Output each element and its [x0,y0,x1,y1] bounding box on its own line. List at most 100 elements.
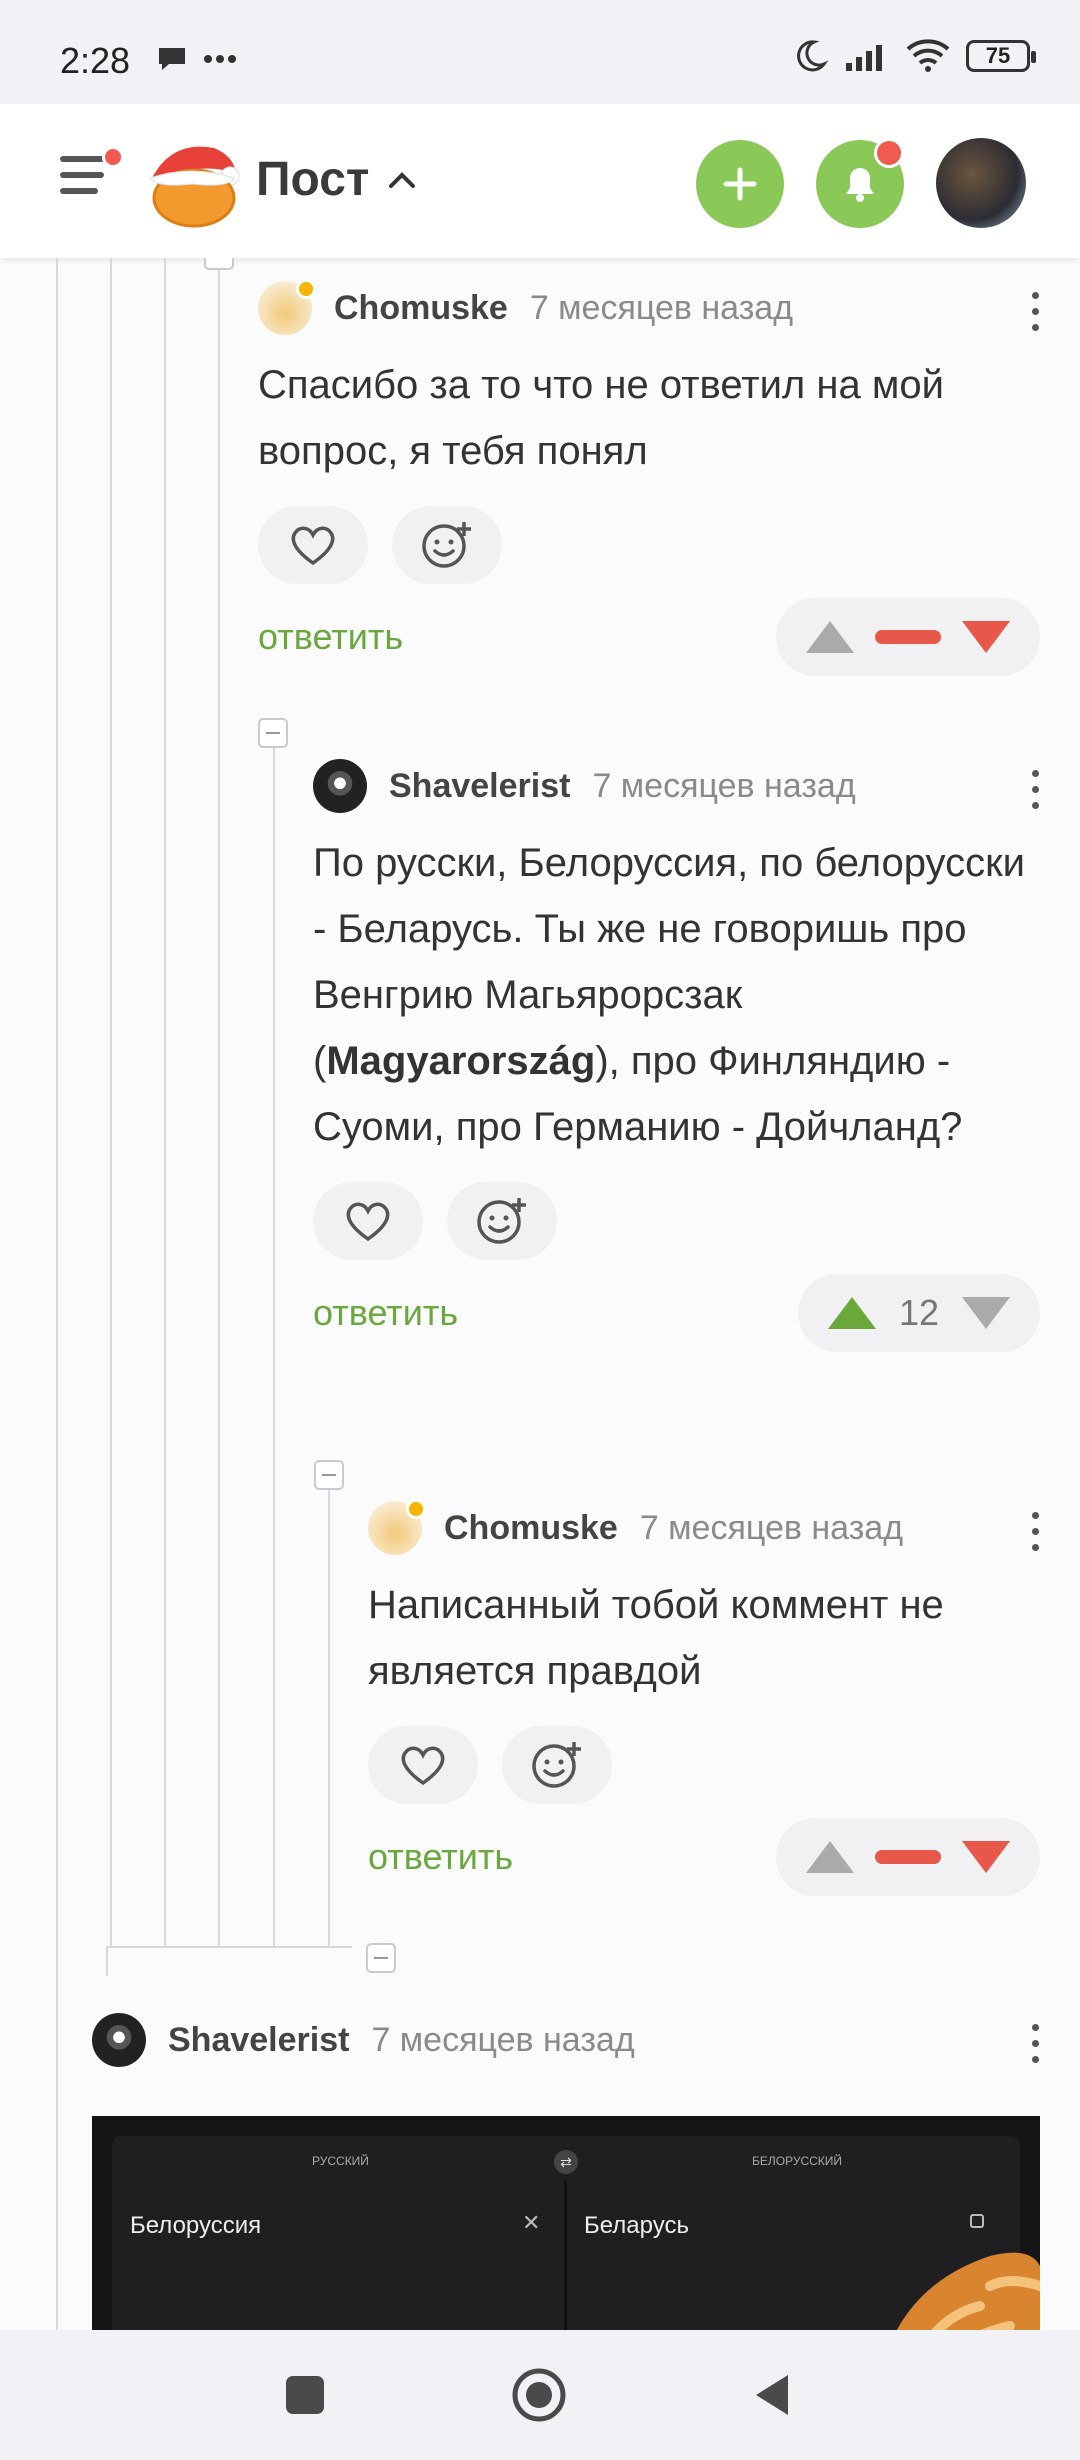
comment-text: Написанный тобой коммент не является пра… [368,1583,944,1693]
comment-time[interactable]: 7 месяцев назад [371,2021,634,2060]
downvote-button[interactable] [962,1841,1010,1873]
system-navigation-bar [0,2330,1080,2460]
more-dots-icon [204,55,236,63]
comment: Chomuske 7 месяцев назад Написанный тобо… [368,1498,1040,1896]
add-reaction-button[interactable] [502,1726,612,1804]
comment-text: По русски, Белоруссия, по белорусски - Б… [313,841,1025,1149]
signal-icon [846,45,882,71]
add-emoji-icon [422,522,471,568]
more-vertical-icon[interactable] [1030,292,1040,336]
comment-footer: ответить 12 [313,1274,1040,1352]
logo[interactable] [142,134,244,234]
reply-link[interactable]: ответить [313,1292,458,1334]
comment-text: Спасибо за то что не ответил на мой вопр… [258,363,944,473]
add-reaction-button[interactable] [392,506,502,584]
avatar[interactable] [313,759,367,813]
collapse-button[interactable] [204,258,234,270]
reply-link[interactable]: ответить [368,1836,513,1878]
moon-icon [797,40,828,72]
comment-footer: ответить [258,598,1040,676]
status-time: 2:28 [60,40,131,81]
upvote-button[interactable] [806,621,854,653]
user-avatar[interactable] [936,138,1026,228]
comment-header: Shavelerist 7 месяцев назад [313,756,1040,816]
comment-image[interactable]: РУССКИЙ ⇄ БЕЛОРУССКИЙ Белоруссия ✕ Белар… [92,2116,1040,2330]
vote-control [776,1818,1040,1896]
wifi-icon [906,39,950,72]
comment-score: 12 [898,1292,940,1333]
comment-header: Chomuske 7 месяцев назад [258,278,1040,338]
battery-icon: 75 [966,40,1036,72]
thread-line [110,258,112,1948]
chevron-up-icon[interactable] [387,170,417,190]
top-app-bar: Пост [0,104,1080,258]
downvote-button[interactable] [962,621,1010,653]
comment-time[interactable]: 7 месяцев назад [592,767,855,806]
target-language-label: БЕЛОРУССКИЙ [752,2154,843,2168]
reaction-buttons [368,1726,1040,1804]
cat-decoration [896,2252,1040,2330]
avatar[interactable] [92,2013,146,2067]
comment-time[interactable]: 7 месяцев назад [530,289,793,328]
bell-icon [846,168,874,202]
swap-languages-icon: ⇄ [554,2150,578,2174]
author-name[interactable]: Chomuske [444,1509,618,1548]
comment: Chomuske 7 месяцев назад Спасибо за то ч… [258,278,1040,676]
upvote-button[interactable] [806,1841,854,1873]
like-button[interactable] [258,506,368,584]
collapse-button[interactable] [366,1943,396,1973]
thread-line [56,258,58,2330]
comment: Shavelerist 7 месяцев назад [92,2010,1040,2070]
status-system-icons: 75 [792,38,1036,74]
comment: Shavelerist 7 месяцев назад По русски, Б… [313,756,1040,1352]
author-name[interactable]: Shavelerist [168,2021,349,2060]
heart-icon [291,526,335,566]
more-vertical-icon[interactable] [1030,770,1040,814]
upvote-button[interactable] [828,1297,876,1329]
more-vertical-icon[interactable] [1030,1512,1040,1556]
clear-icon: ✕ [522,2210,541,2235]
thread-line [164,258,166,1948]
collapse-button[interactable] [314,1460,344,1490]
source-language-label: РУССКИЙ [312,2154,369,2168]
negative-rating-indicator [875,1850,941,1864]
notification-dot [874,138,904,168]
page-title[interactable]: Пост [256,152,417,207]
menu-notification-dot [102,146,124,168]
vote-control: 12 [798,1274,1040,1352]
thread-line [328,1484,330,1948]
reaction-buttons [313,1182,1040,1260]
panel-divider [564,2180,567,2330]
thread-line [273,734,275,1948]
chat-bubble-icon [159,48,185,70]
bold-text: Magyarország [326,1039,596,1083]
vote-control [776,598,1040,676]
comment-time[interactable]: 7 месяцев назад [640,1509,903,1548]
downvote-button[interactable] [961,1297,1010,1329]
reply-link[interactable]: ответить [258,616,403,658]
heart-icon [346,1202,390,1242]
add-reaction-button[interactable] [447,1182,557,1260]
add-emoji-icon [477,1198,526,1244]
more-vertical-icon[interactable] [1030,2024,1040,2068]
reaction-buttons [258,506,1040,584]
home-button[interactable] [511,2367,567,2423]
thread-line [106,1946,352,1948]
comment-header: Chomuske 7 месяцев назад [368,1498,1040,1558]
back-button[interactable] [752,2371,792,2419]
avatar[interactable] [258,279,316,335]
plus-icon [723,167,757,201]
add-post-button[interactable] [696,140,784,228]
author-name[interactable]: Shavelerist [389,767,570,806]
like-button[interactable] [313,1182,423,1260]
thread-line [106,1946,108,1976]
avatar[interactable] [368,1499,426,1555]
like-button[interactable] [368,1726,478,1804]
status-bar: 2:28 75 [0,0,1080,104]
comments-thread: Chomuske 7 месяцев назад Спасибо за то ч… [0,258,1080,2330]
recent-apps-button[interactable] [284,2374,326,2416]
target-text: Беларусь [584,2212,689,2239]
collapse-button[interactable] [258,718,288,748]
add-emoji-icon [532,1742,581,1788]
author-name[interactable]: Chomuske [334,289,508,328]
